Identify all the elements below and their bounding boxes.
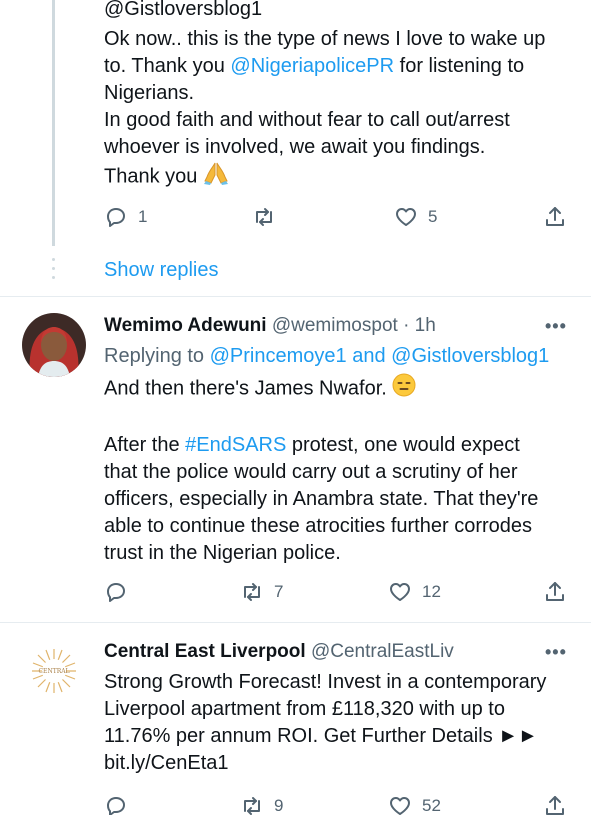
reply-icon — [107, 583, 125, 602]
like-count: 52 — [422, 796, 441, 815]
text-fragment: After the — [104, 434, 186, 456]
author-name[interactable]: Central East Liverpool — [104, 641, 306, 662]
tweet-text-line: that the police would carry out a scruti… — [104, 461, 518, 483]
divider — [0, 622, 591, 623]
retweet-button[interactable]: 9 — [240, 794, 283, 815]
tweet-header: Central East Liverpool @CentralEastLiv — [104, 641, 454, 663]
retweet-icon — [256, 208, 272, 226]
tweet-header: Wemimo Adewuni @wemimospot · 1h — [104, 315, 436, 337]
heart-icon — [390, 583, 410, 601]
more-options-button[interactable]: ••• — [545, 642, 567, 663]
text-fragment: protest, one would expect — [286, 434, 520, 456]
tweet-text-line: Ok now.. this is the type of news I love… — [104, 28, 546, 50]
tweet-text-line: Strong Growth Forecast! Invest in a cont… — [104, 671, 547, 693]
retweet-icon — [244, 797, 260, 815]
text-fragment: Thank you — [104, 165, 198, 188]
avatar-photo — [22, 313, 86, 377]
retweet-icon — [244, 583, 260, 601]
mention-link[interactable]: @Princemoye1 — [210, 345, 347, 367]
avatar[interactable] — [22, 313, 86, 377]
retweet-count: 7 — [274, 582, 284, 601]
text-fragment: And then there's James Nwafor. — [104, 377, 387, 400]
folded-hands-emoji-icon — [203, 161, 229, 193]
tweet-text-line: trust in the Nigerian police. — [104, 542, 341, 564]
tweet-text-line: And then there's James Nwafor. — [104, 373, 538, 405]
tweet-text-line: Nigerians. — [104, 82, 195, 104]
external-link[interactable]: bit.ly/CenEta1 — [104, 750, 546, 777]
partial-handle-link[interactable]: @Gistloversblog1 — [104, 0, 262, 23]
tweet-text-line: Liverpool apartment from £118,320 with u… — [104, 698, 505, 720]
tweet-text-line: officers, especially in Anambra state. T… — [104, 488, 539, 510]
retweet-button[interactable] — [252, 205, 286, 229]
replying-and: and — [346, 345, 392, 367]
heart-icon — [396, 208, 416, 226]
like-button[interactable]: 12 — [388, 580, 441, 604]
avatar[interactable]: CENTRAL — [22, 639, 86, 703]
text-fragment: to. Thank you — [104, 55, 231, 77]
author-name[interactable]: Wemimo Adewuni — [104, 315, 267, 336]
tweet-text-line: In good faith and without fear to call o… — [104, 109, 510, 131]
tweet-text-line: Thank you — [104, 161, 545, 193]
divider — [0, 296, 591, 297]
thread-dot — [52, 276, 55, 279]
share-button[interactable] — [543, 580, 567, 604]
like-button[interactable]: 5 — [394, 205, 437, 229]
like-count: 5 — [428, 207, 438, 226]
author-handle[interactable]: @CentralEastLiv — [311, 641, 454, 662]
reply-count: 1 — [138, 207, 148, 226]
share-button[interactable] — [543, 205, 567, 229]
share-button[interactable] — [543, 794, 567, 815]
thread-dot — [52, 258, 55, 261]
retweet-count: 9 — [274, 796, 284, 815]
share-icon — [546, 582, 564, 601]
retweet-button[interactable]: 7 — [240, 580, 283, 604]
text-fragment: for listening to — [394, 55, 525, 77]
central-logo-icon: CENTRAL — [32, 649, 76, 693]
thread-line — [52, 0, 55, 246]
tweet-body: And then there's James Nwafor. After the… — [104, 373, 538, 567]
like-count: 12 — [422, 582, 441, 601]
tweet-body: Strong Growth Forecast! Invest in a cont… — [104, 669, 546, 777]
heart-icon — [390, 797, 410, 815]
expressionless-face-emoji-icon — [392, 373, 416, 405]
replying-to: Replying to @Princemoye1 and @Gistlovers… — [104, 343, 549, 370]
share-icon — [546, 207, 564, 226]
tweet-text-line: whoever is involved, we await you findin… — [104, 136, 486, 158]
reply-button[interactable] — [104, 794, 138, 815]
tweet-text-line: to. Thank you @NigeriapolicePR for liste… — [104, 53, 545, 80]
share-icon — [546, 796, 564, 815]
show-replies-link[interactable]: Show replies — [104, 259, 219, 282]
hashtag-link[interactable]: #EndSARS — [185, 434, 286, 456]
reply-icon — [107, 797, 125, 815]
author-handle[interactable]: @wemimospot — [272, 315, 398, 336]
avatar-text: CENTRAL — [38, 668, 69, 675]
mention-link[interactable]: @NigeriapolicePR — [230, 55, 394, 77]
mention-link[interactable]: @Gistloversblog1 — [391, 345, 549, 367]
tweet-text-line: 11.76% per annum ROI. Get Further Detail… — [104, 725, 538, 747]
reply-button[interactable]: 1 — [104, 205, 147, 229]
tweet-body: Ok now.. this is the type of news I love… — [104, 26, 545, 193]
tweet-text-line: After the #EndSARS protest, one would ex… — [104, 432, 538, 459]
reply-button[interactable] — [104, 580, 138, 604]
reply-icon — [107, 208, 125, 227]
thread-dot — [52, 267, 55, 270]
like-button[interactable]: 52 — [388, 794, 441, 815]
tweet-text-line: able to continue these atrocities furthe… — [104, 515, 533, 537]
replying-prefix: Replying to — [104, 345, 210, 367]
timestamp[interactable]: · 1h — [403, 315, 436, 336]
more-options-button[interactable]: ••• — [545, 316, 567, 337]
